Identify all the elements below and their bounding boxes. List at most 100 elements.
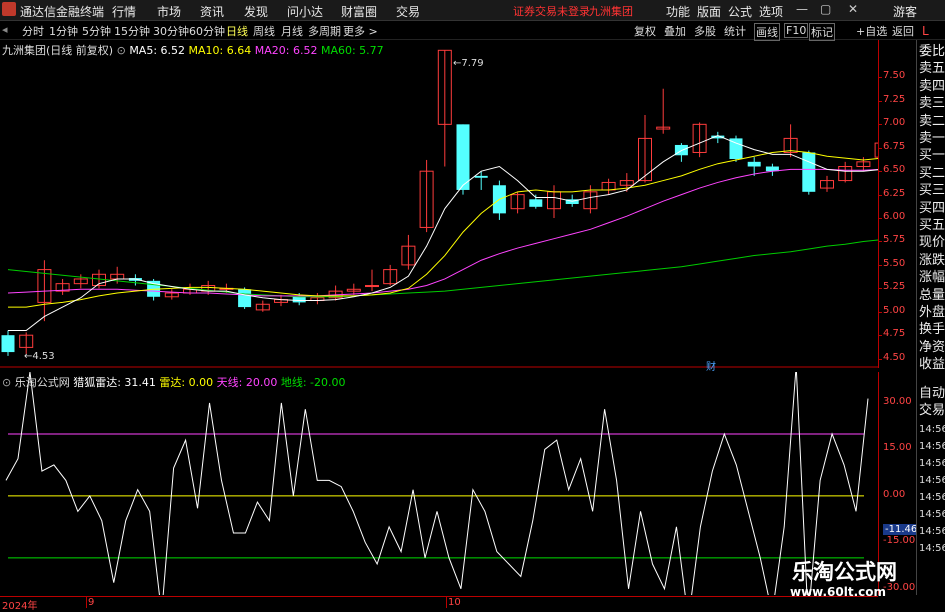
cursor-value-label: -11.46 <box>883 524 920 536</box>
menu-wenxiaoda[interactable]: 问小达 <box>287 3 323 20</box>
sub-title: 乐淘公式网 <box>14 376 70 389</box>
period-5min[interactable]: 5分钟 <box>82 23 111 39</box>
event-marker[interactable]: 财 <box>706 358 716 373</box>
btn-add-watchlist[interactable]: +自选 <box>856 23 887 39</box>
main-legend: 九洲集团(日线 前复权) ⊙ MA5: 6.52 MA10: 6.64 MA20… <box>2 42 384 58</box>
quote-label: 换手 <box>919 322 945 338</box>
quote-label: 收益 <box>919 357 945 373</box>
close-icon[interactable]: ✕ <box>848 2 858 16</box>
period-30min[interactable]: 30分钟 <box>153 23 189 39</box>
menu-faxian[interactable]: 发现 <box>244 3 268 20</box>
btn-tongji[interactable]: 统计 <box>724 23 746 39</box>
ma60-line <box>7 239 878 298</box>
price-tick <box>879 311 882 313</box>
price-tick-label: 6.00 <box>883 211 906 223</box>
candle-body <box>365 285 379 288</box>
menu-shichang[interactable]: 市场 <box>157 3 181 20</box>
sub-legend: ⊙ 乐淘公式网 猎狐雷达: 31.41 雷达: 0.00 天线: 20.00 地… <box>2 374 346 390</box>
indicator-tick-label: 30.00 <box>883 395 912 407</box>
ma5-legend: MA5: 6.52 <box>129 44 186 57</box>
period-monthly[interactable]: 月线 <box>281 23 303 39</box>
price-tick-label: 6.50 <box>883 164 906 176</box>
menu-jiaoyi[interactable]: 交易 <box>396 3 420 20</box>
quote-label: 涨跌 <box>919 252 945 268</box>
price-tick <box>879 288 882 290</box>
btn-biaoji[interactable]: 标记 <box>809 23 835 41</box>
quote-label: 卖二 <box>919 113 945 129</box>
indicator-value: 猎狐雷达: 31.41 <box>73 376 156 389</box>
price-tick-label: 5.50 <box>883 257 906 269</box>
price-tick <box>879 194 882 196</box>
watermark-title: 乐淘公式网 <box>792 560 897 584</box>
btn-duogu[interactable]: 多股 <box>694 23 716 39</box>
menu-banmian[interactable]: 版面 <box>697 3 721 20</box>
ma10-line <box>8 150 878 308</box>
ma10-legend: MA10: 6.64 <box>188 44 252 57</box>
main-title: 九洲集团(日线 前复权) <box>2 44 114 57</box>
price-tick-label: 5.75 <box>883 234 906 246</box>
minimize-icon[interactable]: — <box>796 2 808 16</box>
menu-zixun[interactable]: 资讯 <box>200 3 224 20</box>
quote-label: 买三 <box>919 183 945 199</box>
restore-icon[interactable]: ▢ <box>820 2 831 16</box>
period-15min[interactable]: 15分钟 <box>114 23 150 39</box>
price-tick <box>879 218 882 220</box>
menu-caifuquan[interactable]: 财富圈 <box>341 3 377 20</box>
date-year: 2024年 <box>2 601 38 612</box>
period-60min[interactable]: 60分钟 <box>189 23 225 39</box>
app-logo-icon <box>2 2 16 16</box>
trade-time: 14:56 <box>919 475 945 486</box>
period-weekly[interactable]: 周线 <box>253 23 275 39</box>
trade-login-warning[interactable]: 证券交易未登录 <box>513 3 590 19</box>
price-tick <box>879 358 882 360</box>
auto-trade-label[interactable]: 交易 <box>919 403 945 418</box>
toolbar-arrow-icon[interactable]: ◂ <box>2 23 8 36</box>
btn-diejia[interactable]: 叠加 <box>664 23 686 39</box>
legend-settings-icon[interactable]: ⊙ <box>117 44 126 57</box>
ma60-legend: MA60: 5.77 <box>320 44 384 57</box>
price-axis: 7.50 7.25 7.00 6.75 6.50 6.25 6.00 5.75 5.50 5.25… <box>878 40 917 368</box>
price-tick <box>879 100 882 102</box>
date-month-9: 9 <box>86 597 95 608</box>
trade-time: 14:56 <box>919 441 945 452</box>
kline-chart[interactable] <box>0 40 878 368</box>
price-tick <box>879 264 882 266</box>
menu-hangqing[interactable]: 行情 <box>112 3 136 20</box>
panel-corner-label[interactable]: L <box>922 24 929 39</box>
btn-f10[interactable]: F10 <box>784 23 809 38</box>
quote-label: 委比 <box>919 44 945 59</box>
radar-value: 雷达: 0.00 <box>159 376 214 389</box>
btn-fuquan[interactable]: 复权 <box>634 23 656 39</box>
indicator-tick-label: 15.00 <box>883 442 912 454</box>
menu-gongneng[interactable]: 功能 <box>666 3 690 20</box>
ma20-legend: MA20: 6.52 <box>254 44 318 57</box>
period-more[interactable]: 更多 > <box>343 23 378 39</box>
indicator-chart[interactable] <box>0 372 878 595</box>
price-tick-label: 7.50 <box>883 70 906 82</box>
btn-huaxian[interactable]: 画线 <box>754 23 780 41</box>
period-multi[interactable]: 多周期 <box>308 23 341 39</box>
trade-time: 14:56 <box>919 543 945 554</box>
price-tick-label: 5.00 <box>883 304 906 316</box>
period-fenshi[interactable]: 分时 <box>22 23 44 39</box>
candle-body <box>238 289 252 308</box>
menu-gongshi[interactable]: 公式 <box>728 3 752 20</box>
date-month-10: 10 <box>446 597 461 608</box>
low-annotation: ←4.53 <box>24 351 55 362</box>
period-daily[interactable]: 日线 <box>226 23 248 39</box>
period-1min[interactable]: 1分钟 <box>49 23 78 39</box>
sub-settings-icon[interactable]: ⊙ <box>2 376 11 389</box>
price-tick <box>879 124 882 126</box>
app-title: 通达信金融终端 <box>20 5 105 19</box>
btn-back[interactable]: 返回 <box>892 23 914 39</box>
candle-body <box>292 296 306 303</box>
price-tick-label: 5.25 <box>883 281 906 293</box>
price-tick-label: 6.25 <box>883 187 906 199</box>
price-tick <box>879 77 882 79</box>
price-tick <box>879 147 882 149</box>
menu-xuanxiang[interactable]: 选项 <box>759 3 783 20</box>
auto-trade-label[interactable]: 自动 <box>919 386 945 401</box>
guest-label[interactable]: 游客 <box>893 3 917 20</box>
quote-label: 卖四 <box>919 78 945 94</box>
price-tick-label: 4.50 <box>883 351 906 363</box>
